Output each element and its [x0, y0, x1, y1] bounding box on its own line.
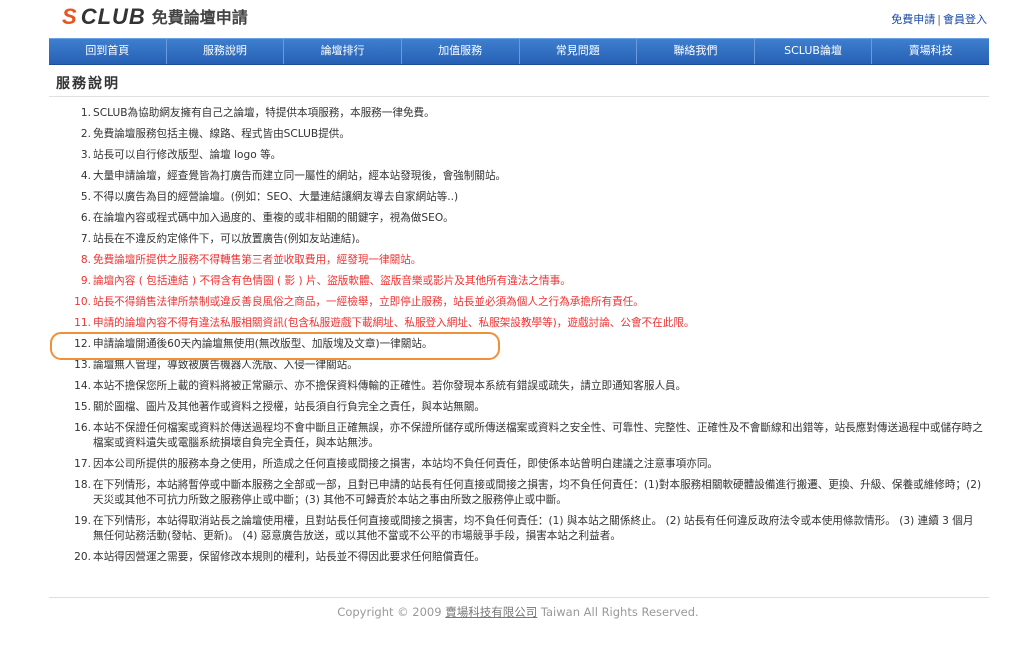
logo-title: 免費論壇申請 [151, 8, 248, 27]
term-text: 在下列情形，本站得取消站長之論壇使用權，且對站長任何直接或間接之損害，均不負任何… [93, 515, 974, 542]
term-item-19: 19. 在下列情形，本站得取消站長之論壇使用權，且對站長任何直接或間接之損害，均不… [71, 514, 983, 544]
term-number: 5. [80, 191, 91, 203]
term-item-3: 3. 站長可以自行修改版型、論壇 logo 等。 [71, 148, 983, 163]
term-text: 站長在不違反約定條件下，可以放置廣告(例如友站連結)。 [93, 233, 367, 245]
nav-item-ranking[interactable]: 論壇排行 [284, 39, 402, 64]
term-item-7: 7. 站長在不違反約定條件下，可以放置廣告(例如友站連結)。 [71, 232, 983, 247]
term-number: 14. [74, 380, 91, 392]
nav-item-sclub-forum[interactable]: SCLUB論壇 [755, 39, 873, 64]
term-text: 申請的論壇內容不得有違法私服相關資訊(包含私服遊戲下載網址、私服登入網址、私服架… [93, 317, 695, 329]
term-text: 站長可以自行修改版型、論壇 logo 等。 [93, 149, 282, 161]
company-link[interactable]: 賣場科技有限公司 [445, 605, 537, 619]
term-item-15: 15. 關於圖檔、圖片及其他著作或資料之授權，站長須自行負完全之責任，與本站無關。 [71, 400, 983, 415]
page-title: 服務說明 [56, 76, 120, 92]
term-item-13: 13. 論壇無人管理，導致被廣告機器人洗版、入侵一律關站。 [71, 358, 983, 373]
term-item-14: 14. 本站不擔保您所上載的資料將被正常顯示、亦不擔保資料傳輸的正確性。若你發現本… [71, 379, 983, 394]
term-text: 論壇無人管理，導致被廣告機器人洗版、入侵一律關站。 [93, 359, 358, 371]
term-text: 本站得因營運之需要，保留修改本規則的權利，站長並不得因此要求任何賠償責任。 [93, 551, 485, 563]
term-text: 本站不擔保您所上載的資料將被正常顯示、亦不擔保資料傳輸的正確性。若你發現本系統有… [93, 380, 687, 392]
term-item-17: 17. 因本公司所提供的服務本身之使用，所造成之任何直接或間接之損害，本站均不負任… [71, 457, 983, 472]
footer: Copyright © 2009 賣場科技有限公司 Taiwan All Rig… [0, 604, 1036, 620]
term-item-18: 18. 在下列情形，本站將暫停或中斷本服務之全部或一部，且對已申請的站長有任何直接… [71, 478, 983, 508]
nav-item-home[interactable]: 回到首頁 [49, 39, 167, 64]
term-number: 11. [74, 317, 91, 329]
term-number: 18. [74, 479, 91, 491]
logo-s: S [62, 4, 77, 29]
link-separator: | [937, 13, 941, 26]
main-nav: 回到首頁 服務說明 論壇排行 加值服務 常見問題 聯絡我們 SCLUB論壇 賣場… [49, 38, 989, 65]
term-number: 6. [80, 212, 91, 224]
term-item-5: 5. 不得以廣告為目的經營論壇。(例如：SEO、大量連結讓網友導去自家網站等..) [71, 190, 983, 205]
term-item-6: 6. 在論壇內容或程式碼中加入過度的、重複的或非相關的關鍵字，視為做SEO。 [71, 211, 983, 226]
nav-item-premium[interactable]: 加值服務 [402, 39, 520, 64]
term-item-4: 4. 大量申請論壇，經查覺皆為打廣告而建立同一屬性的網站，經本站發現後，會強制關站… [71, 169, 983, 184]
term-number: 13. [74, 359, 91, 371]
logo-club: CLUB [80, 4, 146, 29]
term-text: 在下列情形，本站將暫停或中斷本服務之全部或一部，且對已申請的站長有任何直接或間接… [93, 479, 982, 506]
term-text: 不得以廣告為目的經營論壇。(例如：SEO、大量連結讓網友導去自家網站等..) [93, 191, 459, 203]
term-number: 3. [80, 149, 91, 161]
nav-item-faq[interactable]: 常見問題 [520, 39, 638, 64]
term-number: 17. [74, 458, 91, 470]
term-text: 免費論壇所提供之服務不得轉售第三者並收取費用，經發現一律關站。 [93, 254, 422, 266]
term-number: 7. [80, 233, 91, 245]
term-item-1: 1. SCLUB為協助網友擁有自己之論壇，特提供本項服務，本服務一律免費。 [71, 106, 983, 121]
term-item-10: 10. 站長不得銷售法律所禁制或違反善良風俗之商品，一經檢舉，立即停止服務，站長並… [71, 295, 983, 310]
term-item-2: 2. 免費論壇服務包括主機、線路、程式皆由SCLUB提供。 [71, 127, 983, 142]
term-number: 16. [74, 422, 91, 434]
term-item-20: 20. 本站得因營運之需要，保留修改本規則的權利，站長並不得因此要求任何賠償責任。 [71, 550, 983, 565]
term-item-11: 11. 申請的論壇內容不得有違法私服相關資訊(包含私服遊戲下載網址、私服登入網址、… [71, 316, 983, 331]
nav-item-service[interactable]: 服務說明 [167, 39, 285, 64]
term-text: 站長不得銷售法律所禁制或違反善良風俗之商品，一經檢舉，立即停止服務，站長並必須為… [93, 296, 644, 308]
term-text: 申請論壇開通後60天內論壇無使用(無改版型、加版塊及文章)一律關站。 [93, 338, 433, 350]
copyright-prefix: Copyright © 2009 [337, 605, 442, 619]
term-number: 9. [80, 275, 91, 287]
login-link[interactable]: 會員登入 [943, 13, 987, 26]
apply-link[interactable]: 免費申請 [891, 13, 935, 26]
nav-item-contact[interactable]: 聯絡我們 [637, 39, 755, 64]
nav-item-company[interactable]: 賣場科技 [872, 39, 989, 64]
term-text: 在論壇內容或程式碼中加入過度的、重複的或非相關的關鍵字，視為做SEO。 [93, 212, 454, 224]
term-number: 12. [74, 338, 91, 350]
term-text: 關於圖檔、圖片及其他著作或資料之授權，站長須自行負完全之責任，與本站無關。 [93, 401, 485, 413]
term-number: 15. [74, 401, 91, 413]
term-text: 本站不保證任何檔案或資料於傳送過程均不會中斷且正確無誤，亦不保證所儲存或所傳送檔… [93, 422, 983, 449]
term-item-16: 16. 本站不保證任何檔案或資料於傳送過程均不會中斷且正確無誤，亦不保證所儲存或所… [71, 421, 983, 451]
term-text: 因本公司所提供的服務本身之使用，所造成之任何直接或間接之損害，本站均不負任何責任… [93, 458, 719, 470]
terms-list: 1. SCLUB為協助網友擁有自己之論壇，特提供本項服務，本服務一律免費。 2. 免… [71, 106, 983, 571]
term-number: 1. [80, 107, 91, 119]
term-number: 10. [74, 296, 91, 308]
term-item-12: 12. 申請論壇開通後60天內論壇無使用(無改版型、加版塊及文章)一律關站。 [71, 337, 983, 352]
term-item-8: 8. 免費論壇所提供之服務不得轉售第三者並收取費用，經發現一律關站。 [71, 253, 983, 268]
copyright-suffix: Taiwan All Rights Reserved. [540, 605, 699, 619]
term-text: SCLUB為協助網友擁有自己之論壇，特提供本項服務，本服務一律免費。 [93, 107, 435, 119]
term-text: 論壇內容 ( 包括連結 ) 不得含有色情圖 ( 影 ) 片、盜版軟體、盜版音樂或… [93, 275, 571, 287]
site-header: S CLUB 免費論壇申請 免費申請 | 會員登入 [0, 0, 1036, 38]
term-text: 大量申請論壇，經查覺皆為打廣告而建立同一屬性的網站，經本站發現後，會強制關站。 [93, 170, 507, 182]
term-item-9: 9. 論壇內容 ( 包括連結 ) 不得含有色情圖 ( 影 ) 片、盜版軟體、盜版音… [71, 274, 983, 289]
term-number: 2. [80, 128, 91, 140]
divider [49, 96, 989, 97]
term-number: 20. [74, 551, 91, 563]
term-number: 4. [80, 170, 91, 182]
term-number: 19. [74, 515, 91, 527]
site-logo[interactable]: S CLUB 免費論壇申請 [62, 6, 248, 28]
term-number: 8. [80, 254, 91, 266]
top-links: 免費申請 | 會員登入 [891, 11, 987, 27]
term-text: 免費論壇服務包括主機、線路、程式皆由SCLUB提供。 [93, 128, 350, 140]
footer-divider [49, 597, 989, 598]
